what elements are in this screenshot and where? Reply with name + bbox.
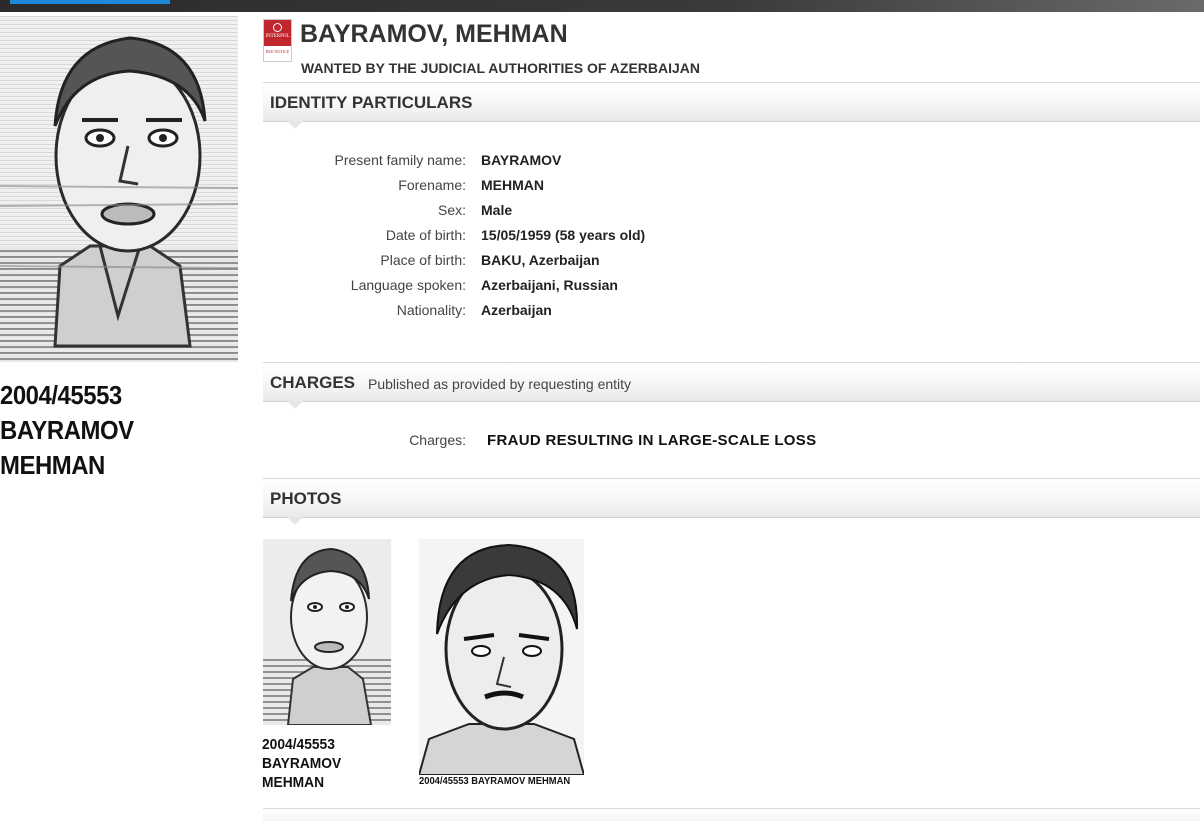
identity-row: Sex: Male	[263, 202, 963, 222]
photo-thumbnail-2[interactable]	[419, 539, 584, 775]
photo-thumbnail-1[interactable]	[263, 539, 391, 725]
main-photo-caption: 2004/45553 BAYRAMOV MEHMAN	[0, 378, 221, 483]
page-subtitle: WANTED BY THE JUDICIAL AUTHORITIES OF AZ…	[301, 60, 701, 76]
identity-section-title: IDENTITY PARTICULARS	[270, 93, 473, 112]
section-divider	[263, 808, 1200, 821]
identity-row: Forename: MEHMAN	[263, 177, 963, 197]
main-suspect-photo[interactable]	[0, 16, 238, 362]
page-title: BAYRAMOV, MEHMAN	[300, 20, 568, 48]
identity-value: MEHMAN	[481, 177, 544, 193]
identity-value: BAYRAMOV	[481, 152, 562, 168]
identity-label: Language spoken:	[350, 277, 466, 293]
identity-label: Present family name:	[334, 152, 467, 168]
active-nav-tab[interactable]	[10, 0, 170, 4]
charges-label: Charges:	[409, 432, 466, 448]
charges-section-title: CHARGES	[270, 373, 356, 392]
caption-family-name: BAYRAMOV	[0, 415, 134, 445]
identity-value: Azerbaijani, Russian	[481, 277, 618, 293]
identity-row: Date of birth: 15/05/1959 (58 years old)	[263, 227, 963, 247]
photo-thumbnail-2-caption: 2004/45553 BAYRAMOV MEHMAN	[419, 776, 571, 787]
identity-row: Language spoken: Azerbaijani, Russian	[263, 277, 963, 297]
identity-label: Forename:	[398, 177, 466, 193]
identity-label: Sex:	[437, 202, 466, 218]
charges-section-header: CHARGES Published as provided by request…	[263, 362, 1200, 409]
photo-thumbnail-1-caption: 2004/45553 BAYRAMOV MEHMAN	[262, 736, 342, 791]
charges-section-note: Published as provided by requesting enti…	[368, 376, 632, 392]
photos-section-header: PHOTOS	[263, 478, 1200, 525]
identity-value: 15/05/1959 (58 years old)	[481, 227, 646, 243]
identity-label: Date of birth:	[385, 227, 466, 243]
caption-forename: MEHMAN	[0, 450, 105, 480]
red-notice-badge-icon: INTERPOL RED NOTICE	[263, 19, 292, 62]
identity-value: Male	[481, 202, 513, 218]
identity-value: BAKU, Azerbaijan	[481, 252, 600, 268]
top-navigation-bar	[0, 0, 1204, 12]
identity-value: Azerbaijan	[481, 302, 552, 318]
identity-row: Place of birth: BAKU, Azerbaijan	[263, 252, 963, 272]
identity-label: Nationality:	[396, 302, 466, 318]
identity-label: Place of birth:	[380, 252, 466, 268]
identity-row: Nationality: Azerbaijan	[263, 302, 963, 322]
caption-notice-number: 2004/45553	[0, 380, 122, 410]
charges-value: FRAUD RESULTING IN LARGE-SCALE LOSS	[487, 432, 817, 449]
identity-section-header: IDENTITY PARTICULARS	[263, 82, 1200, 129]
identity-row: Present family name: BAYRAMOV	[263, 152, 963, 172]
photos-section-title: PHOTOS	[270, 489, 342, 508]
